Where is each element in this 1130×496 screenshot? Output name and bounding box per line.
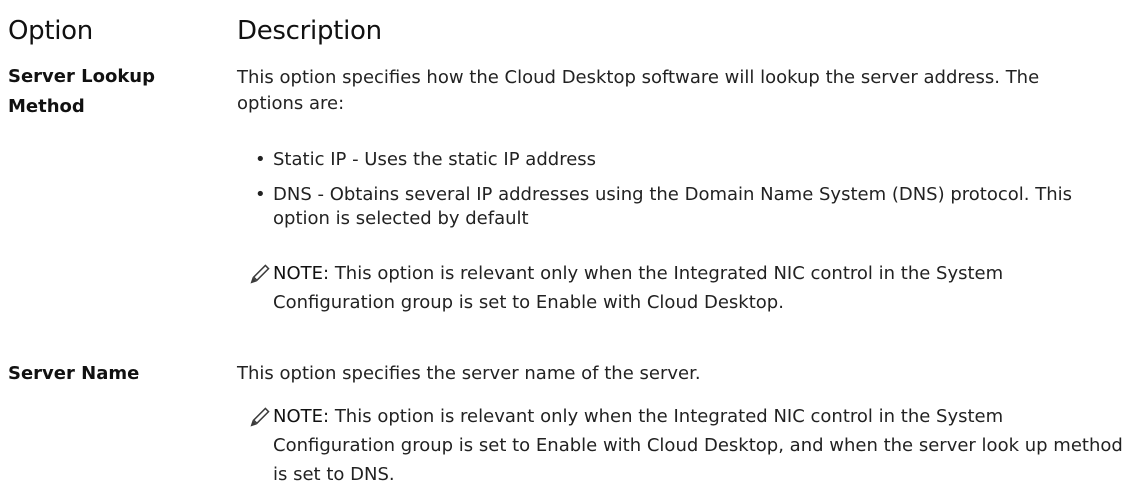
- column-header-description: Description: [237, 16, 382, 46]
- description-server-lookup-method: This option specifies how the Cloud Desk…: [237, 67, 1040, 114]
- list-item: • DNS - Obtains several IP addresses usi…: [255, 183, 1115, 231]
- option-name-server-name: Server Name: [8, 363, 140, 384]
- bullet-text-dns: DNS - Obtains several IP addresses using…: [273, 184, 1072, 229]
- bullet-icon: •: [255, 149, 266, 170]
- note-label: NOTE:: [273, 263, 330, 284]
- note-label: NOTE:: [273, 406, 330, 427]
- note-body: This option is relevant only when the In…: [273, 263, 1004, 313]
- options-bullet-list: • Static IP - Uses the static IP address…: [255, 148, 1115, 242]
- pencil-note-icon: [250, 264, 270, 284]
- bullet-icon: •: [255, 184, 266, 205]
- pencil-note-icon: [250, 407, 270, 427]
- option-name-server-lookup-method: Server Lookup Method: [8, 66, 156, 117]
- description-server-name: This option specifies the server name of…: [237, 363, 701, 384]
- note-text: NOTE: This option is relevant only when …: [273, 402, 1123, 489]
- bullet-text-static-ip: Static IP - Uses the static IP address: [273, 149, 597, 170]
- note-text: NOTE: This option is relevant only when …: [273, 259, 1123, 317]
- note-body: This option is relevant only when the In…: [273, 406, 1123, 485]
- list-item: • Static IP - Uses the static IP address: [255, 148, 1115, 172]
- column-header-option: Option: [8, 16, 93, 46]
